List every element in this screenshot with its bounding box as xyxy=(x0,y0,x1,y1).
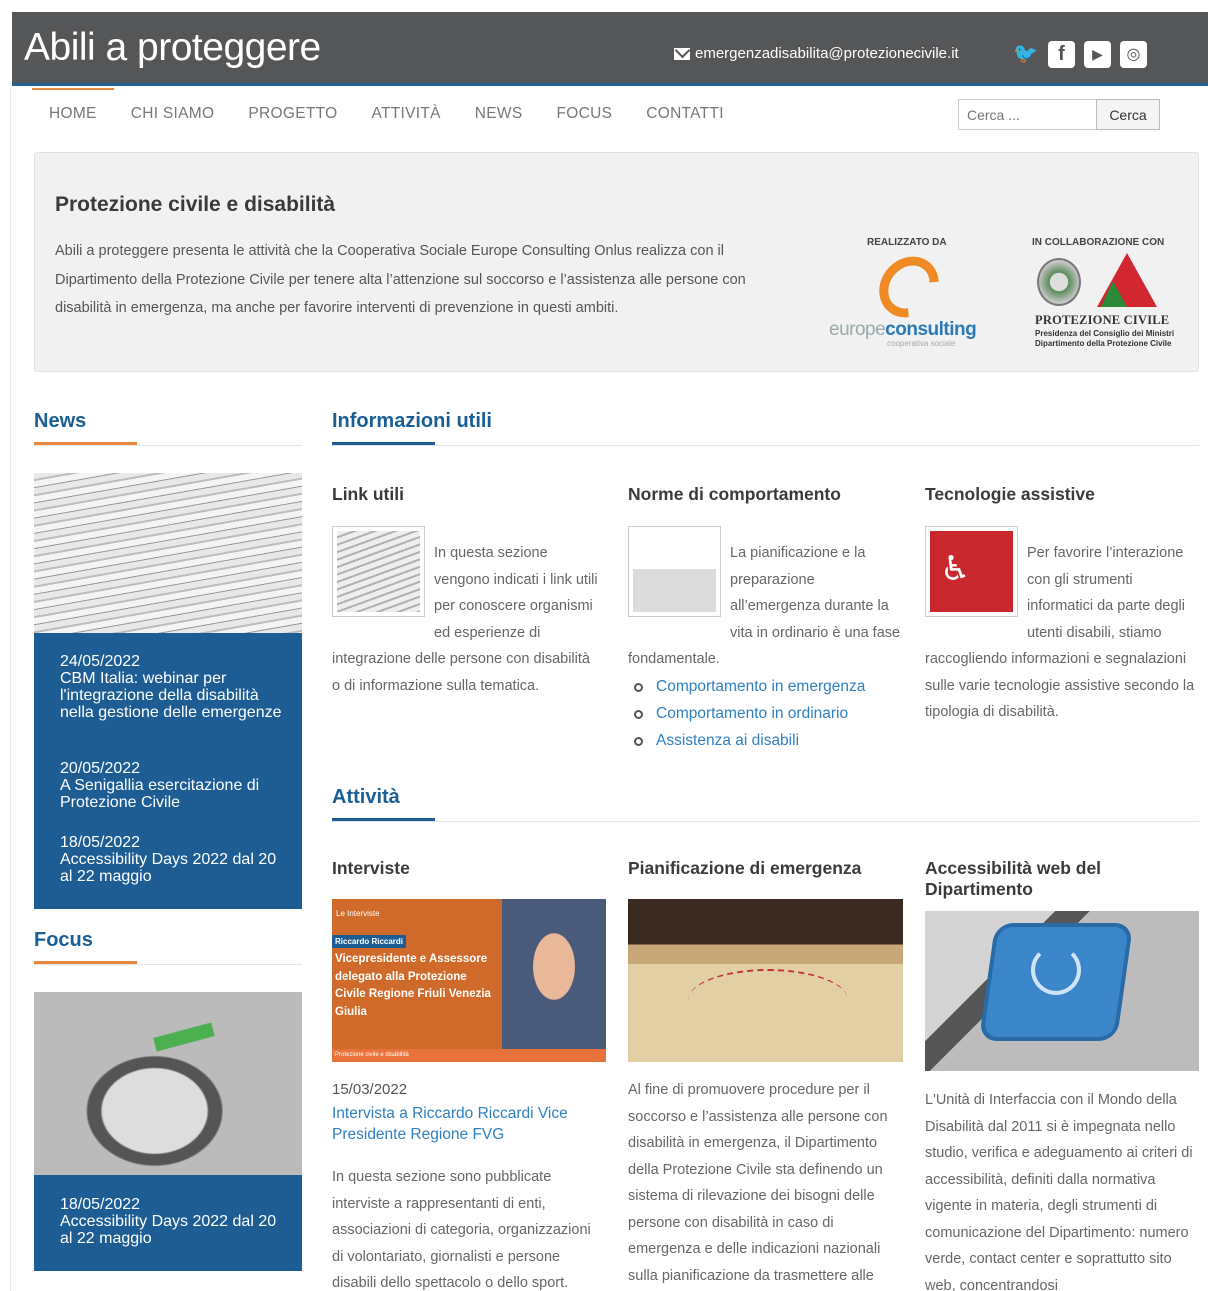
link-utili-text: In questa sezione vengono indicati i lin… xyxy=(332,540,602,699)
interviste-image-footer: Protezione civile e disabilità xyxy=(332,1049,606,1062)
realizzato-label: REALIZZATO DA xyxy=(867,237,947,248)
header-email[interactable]: emergenzadisabilita@protezionecivile.it xyxy=(674,45,959,62)
envelope-icon xyxy=(674,47,690,60)
focus-title[interactable]: Focus xyxy=(34,929,93,952)
europe-consulting-logo-text[interactable]: europeconsulting xyxy=(829,319,977,341)
interviste-image-brand: Le Interviste xyxy=(336,909,380,918)
focus-date: 18/05/2022 xyxy=(60,1196,141,1213)
nav-chi-siamo[interactable]: CHI SIAMO xyxy=(114,88,232,138)
info-title: Informazioni utili xyxy=(332,410,492,432)
accessibilita-title[interactable]: Accessibilità web del Dipartimento xyxy=(925,858,1125,900)
instagram-icon[interactable]: ◎ xyxy=(1120,41,1147,68)
news-accent xyxy=(34,442,137,445)
hero-text: Abili a proteggere presenta le attività … xyxy=(55,243,746,316)
news-item[interactable]: 18/05/2022 Accessibility Days 2022 dal 2… xyxy=(60,834,285,885)
youtube-icon[interactable]: ▶ xyxy=(1084,41,1111,68)
europe-consulting-logo-icon xyxy=(866,244,952,330)
main-nav: HOME CHI SIAMO PROGETTO ATTIVITÀ NEWS FO… xyxy=(32,88,741,138)
site-title[interactable]: Abili a proteggere xyxy=(24,26,321,70)
pc-name[interactable]: PROTEZIONE CIVILE xyxy=(1035,313,1169,328)
nav-home[interactable]: HOME xyxy=(32,88,114,138)
news-date: 24/05/2022 xyxy=(60,653,141,670)
collab-label: IN COLLABORAZIONE CON xyxy=(1032,237,1165,248)
interviste-image-caption: Vicepresidente e Assessore delegato alla… xyxy=(335,953,491,1018)
link-assistenza-disabili[interactable]: Assistenza ai disabili xyxy=(632,727,865,754)
attivita-title: Attività xyxy=(332,786,400,808)
link-utili-title[interactable]: Link utili xyxy=(332,484,404,505)
news-title[interactable]: News xyxy=(34,410,86,433)
pc-sub-1: Presidenza del Consiglio dei Ministri xyxy=(1035,329,1175,338)
site-header: Abili a proteggere emergenzadisabilita@p… xyxy=(12,12,1208,86)
news-item[interactable]: 20/05/2022 A Senigallia esercitazione di… xyxy=(60,760,285,811)
news-date: 20/05/2022 xyxy=(60,760,141,777)
interviste-text: In questa sezione sono pubblicate interv… xyxy=(332,1169,591,1291)
accessibilita-image[interactable] xyxy=(925,911,1199,1071)
twitter-icon[interactable]: 🐦 xyxy=(1012,41,1039,68)
info-accent xyxy=(332,442,435,445)
pc-sub-2: Dipartimento della Protezione Civile xyxy=(1035,339,1172,348)
focus-image[interactable] xyxy=(34,992,302,1175)
focus-divider xyxy=(34,964,302,965)
news-item-title[interactable]: A Senigallia esercitazione di Protezione… xyxy=(60,777,285,811)
republic-emblem-icon xyxy=(1037,258,1081,306)
news-item-title[interactable]: CBM Italia: webinar per l'integrazione d… xyxy=(60,670,285,721)
page-left-rule xyxy=(10,88,11,1291)
pianificazione-text: Al fine di promuovere procedure per il s… xyxy=(628,1082,888,1284)
news-image[interactable] xyxy=(34,473,302,633)
tecnologie-title[interactable]: Tecnologie assistive xyxy=(925,484,1095,505)
attivita-accent xyxy=(332,818,435,821)
news-date: 18/05/2022 xyxy=(60,834,141,851)
focus-list: 18/05/2022 Accessibility Days 2022 dal 2… xyxy=(34,1175,302,1271)
interviste-portrait xyxy=(502,899,606,1049)
news-item-title[interactable]: Accessibility Days 2022 dal 20 al 22 mag… xyxy=(60,851,285,885)
logo-bold: consulting xyxy=(885,319,977,340)
norme-title[interactable]: Norme di comportamento xyxy=(628,484,841,505)
link-comportamento-emergenza[interactable]: Comportamento in emergenza xyxy=(632,673,865,700)
accessibility-icon xyxy=(1031,945,1081,995)
hero-panel: Protezione civile e disabilità Abili a p… xyxy=(34,152,1199,372)
search-input[interactable] xyxy=(958,99,1097,130)
focus-item-title[interactable]: Accessibility Days 2022 dal 20 al 22 mag… xyxy=(60,1213,285,1247)
news-divider xyxy=(34,445,302,446)
nav-progetto[interactable]: PROGETTO xyxy=(231,88,354,138)
norme-text: La pianificazione e la preparazione all’… xyxy=(628,540,903,673)
search-button[interactable]: Cerca xyxy=(1096,99,1160,130)
nav-news[interactable]: NEWS xyxy=(458,88,540,138)
pc-sub: Presidenza del Consiglio dei Ministri Dip… xyxy=(1035,329,1174,349)
interviste-title[interactable]: Interviste xyxy=(332,858,410,879)
interviste-image[interactable]: Le Interviste Riccardo Riccardi Vicepres… xyxy=(332,899,606,1062)
europe-consulting-sub: cooperativa sociale xyxy=(887,339,956,348)
attivita-divider xyxy=(332,821,1199,822)
focus-item[interactable]: 18/05/2022 Accessibility Days 2022 dal 2… xyxy=(60,1196,285,1247)
nav-focus[interactable]: FOCUS xyxy=(539,88,629,138)
interviste-image-tag: Riccardo Riccardi xyxy=(332,935,407,948)
logo-prefix: europe xyxy=(829,319,886,340)
news-list: 24/05/2022 CBM Italia: webinar per l'int… xyxy=(34,633,302,909)
nav-attivita[interactable]: ATTIVITÀ xyxy=(354,88,457,138)
pianificazione-title[interactable]: Pianificazione di emergenza xyxy=(628,858,861,879)
social-links: 🐦 f ▶ ◎ xyxy=(1012,41,1147,68)
email-text[interactable]: emergenzadisabilita@protezionecivile.it xyxy=(695,45,959,62)
tecnologie-text: Per favorire l’interazione con gli strum… xyxy=(925,540,1199,726)
interviste-date: 15/03/2022 xyxy=(332,1081,408,1098)
norme-links: Comportamento in emergenza Comportamento… xyxy=(632,673,865,754)
info-divider xyxy=(332,445,1199,446)
link-comportamento-ordinario[interactable]: Comportamento in ordinario xyxy=(632,700,865,727)
protezione-civile-logo-accent xyxy=(1101,281,1127,307)
news-item[interactable]: 24/05/2022 CBM Italia: webinar per l'int… xyxy=(60,653,285,721)
facebook-icon[interactable]: f xyxy=(1048,41,1075,68)
accessibilita-text: L'Unità di Interfaccia con il Mondo dell… xyxy=(925,1092,1193,1291)
hero-title: Protezione civile e disabilità xyxy=(55,193,336,216)
nav-contatti[interactable]: CONTATTI xyxy=(629,88,741,138)
focus-accent xyxy=(34,961,137,964)
pianificazione-image[interactable] xyxy=(628,899,903,1062)
interviste-link[interactable]: Intervista a Riccardo Riccardi Vice Pres… xyxy=(332,1103,602,1145)
